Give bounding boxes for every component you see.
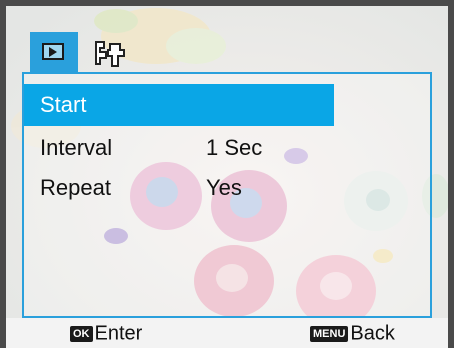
tab-playback[interactable] [30,32,78,72]
ok-enter-hint[interactable]: OK Enter [70,321,142,345]
menu-key-icon: MENU [310,325,349,342]
menu-item-value: 1 Sec [206,135,263,160]
camera-screen: Start Interval 1 Sec Repeat Yes OK Enter … [0,0,454,348]
menu-item-value: Yes [206,175,242,200]
menu-back-hint[interactable]: MENU Back [310,321,395,345]
back-label: Back [350,322,395,345]
menu-item-interval[interactable]: Interval 1 Sec [24,127,334,169]
playback-icon [42,43,64,60]
menu-item-label: Start [40,92,87,117]
menu-item-label: Interval [40,135,113,160]
slideshow-menu-panel: Start Interval 1 Sec Repeat Yes [22,72,432,318]
enter-label: Enter [94,322,143,345]
wrench-icon [95,41,125,67]
ok-key-icon: OK [70,325,93,342]
menu-item-label: Repeat [40,175,111,200]
button-hints-bar: OK Enter MENU Back [6,318,448,348]
tab-setup[interactable] [90,38,130,70]
menu-item-start[interactable]: Start [24,84,334,126]
menu-item-repeat[interactable]: Repeat Yes [24,167,334,209]
